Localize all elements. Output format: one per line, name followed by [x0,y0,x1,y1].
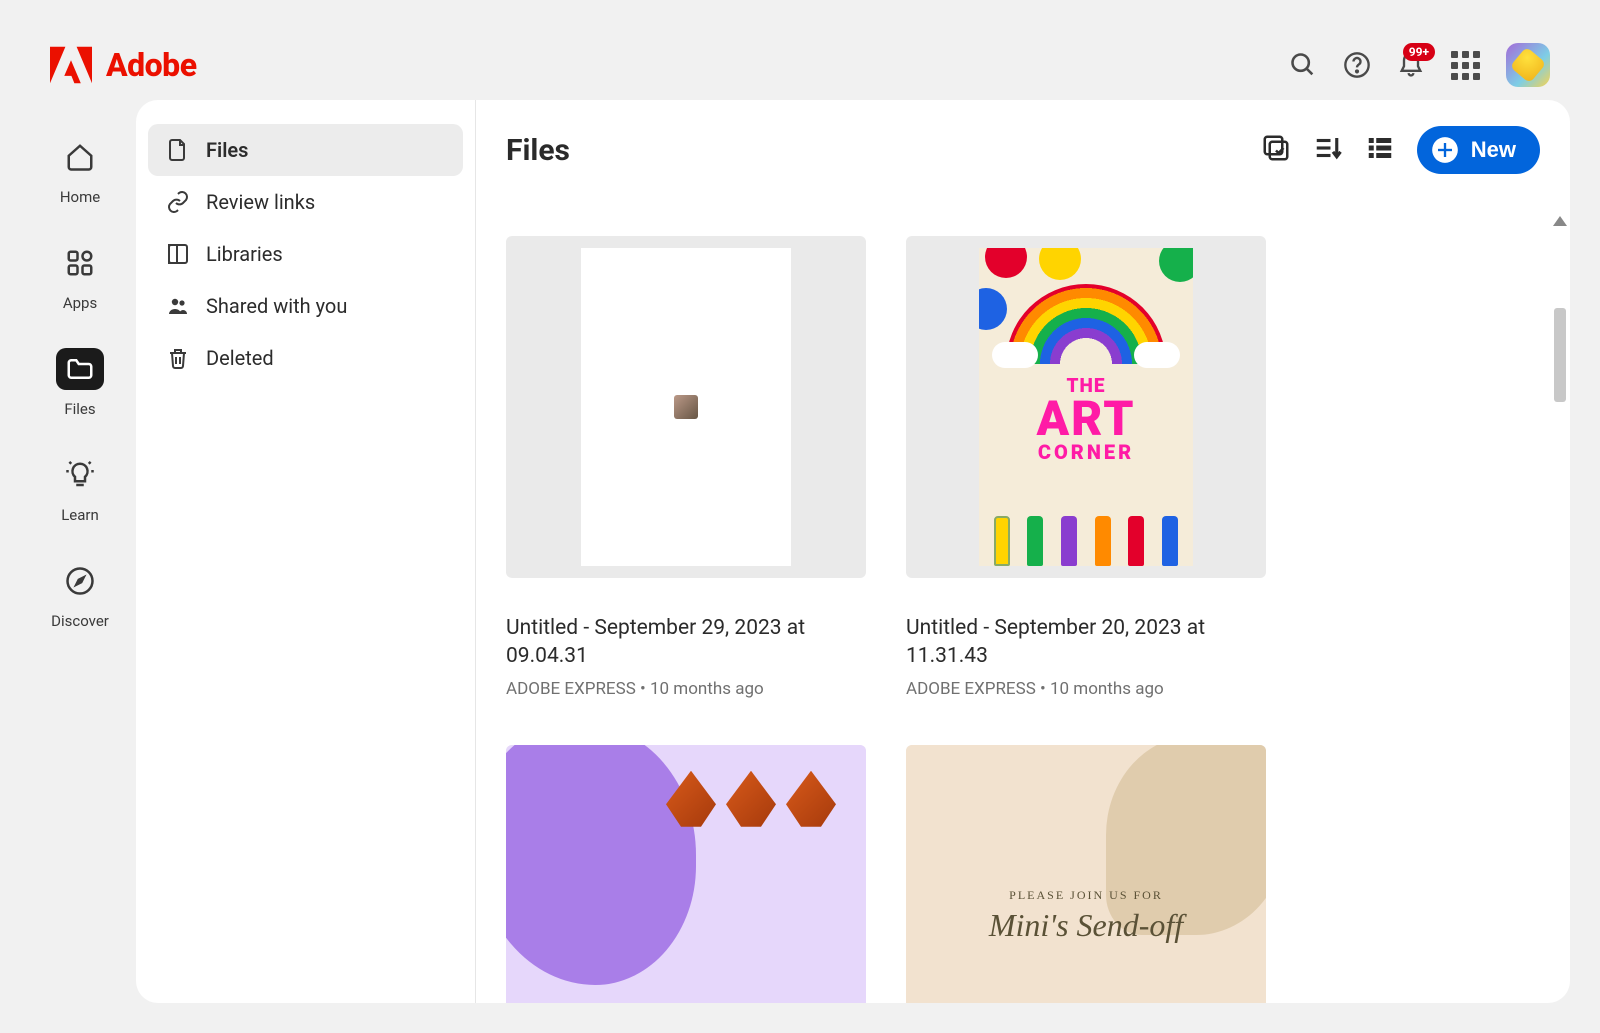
scroll-up-icon[interactable] [1553,216,1567,226]
list-view-icon[interactable] [1365,133,1395,167]
scrollbar-handle[interactable] [1554,308,1566,402]
rail-item-apps[interactable]: Apps [56,242,104,312]
new-button-label: New [1471,137,1516,163]
avatar[interactable] [1506,43,1550,87]
sidebar-label: Review links [206,190,315,214]
rail-label: Discover [51,612,109,630]
sidebar-label: Shared with you [206,294,347,318]
rail-label: Home [60,188,100,206]
libraries-icon [166,242,190,266]
sidebar-item-shared[interactable]: Shared with you [148,280,463,332]
lightbulb-icon [65,460,95,490]
secondary-sidebar: Files Review links Libraries Shared with… [136,100,476,1003]
sidebar-item-files[interactable]: Files [148,124,463,176]
plus-circle-icon [1431,136,1459,164]
nav-rail: Home Apps Files Learn Discover [30,100,130,1003]
brand-name: Adobe [106,46,197,84]
notification-badge: 99+ [1403,43,1435,61]
content-panel: Files Review links Libraries Shared with… [136,100,1570,1003]
file-title: Untitled - September 29, 2023 at 09.04.3… [506,614,866,671]
sidebar-item-libraries[interactable]: Libraries [148,228,463,280]
app-switcher-icon[interactable] [1451,51,1480,80]
file-card[interactable]: Untitled - September 29, 2023 at 09.04.3… [506,236,866,699]
apps-icon [65,248,95,278]
sort-icon[interactable] [1313,133,1343,167]
toolbar: New [1261,126,1540,174]
rail-label: Files [64,400,95,418]
rail-item-files[interactable]: Files [56,348,104,418]
file-thumbnail: PLEASE JOIN US FOR Mini's Send-off [906,745,1266,1003]
sidebar-label: Files [206,138,248,162]
brand-logo[interactable]: Adobe [50,44,197,86]
sidebar-label: Libraries [206,242,283,266]
link-icon [166,190,190,214]
file-meta: ADOBE EXPRESS • 10 months ago [906,679,1266,699]
help-icon[interactable] [1343,51,1371,79]
trash-icon [166,346,190,370]
main-area: Files New [476,100,1570,1003]
folder-icon [65,354,95,384]
topbar: Adobe 99+ [30,30,1570,100]
file-title: Untitled - September 20, 2023 at 11.31.4… [906,614,1266,671]
compass-icon [65,566,95,596]
file-card[interactable]: THE ART CORNER Untitled - September 20, … [906,236,1266,699]
file-icon [166,138,190,162]
main-header: Files New [506,126,1540,174]
people-icon [166,294,190,318]
rail-item-discover[interactable]: Discover [51,560,109,630]
search-icon[interactable] [1289,51,1317,79]
scrollbar[interactable] [1552,216,1568,748]
file-grid-wrapper: Untitled - September 29, 2023 at 09.04.3… [506,236,1540,1003]
notifications-icon[interactable]: 99+ [1397,51,1425,79]
file-grid: Untitled - September 29, 2023 at 09.04.3… [506,236,1540,1003]
app-frame: Adobe 99+ Home [30,30,1570,1003]
file-card[interactable]: PLEASE JOIN US FOR Mini's Send-off [906,745,1266,1003]
rail-item-learn[interactable]: Learn [56,454,104,524]
page-title: Files [506,133,570,168]
rail-item-home[interactable]: Home [56,136,104,206]
new-button[interactable]: New [1417,126,1540,174]
home-icon [65,142,95,172]
body-row: Home Apps Files Learn Discover [30,100,1570,1003]
sidebar-item-review-links[interactable]: Review links [148,176,463,228]
adobe-logo-icon [50,44,92,86]
file-thumbnail [506,236,866,578]
rail-label: Learn [61,506,99,524]
file-card[interactable] [506,745,866,1003]
sidebar-label: Deleted [206,346,274,370]
rail-label: Apps [63,294,97,312]
file-thumbnail [506,745,866,1003]
sidebar-item-deleted[interactable]: Deleted [148,332,463,384]
file-thumbnail: THE ART CORNER [906,236,1266,578]
file-meta: ADOBE EXPRESS • 10 months ago [506,679,866,699]
topbar-actions: 99+ [1289,43,1550,87]
select-mode-icon[interactable] [1261,133,1291,167]
